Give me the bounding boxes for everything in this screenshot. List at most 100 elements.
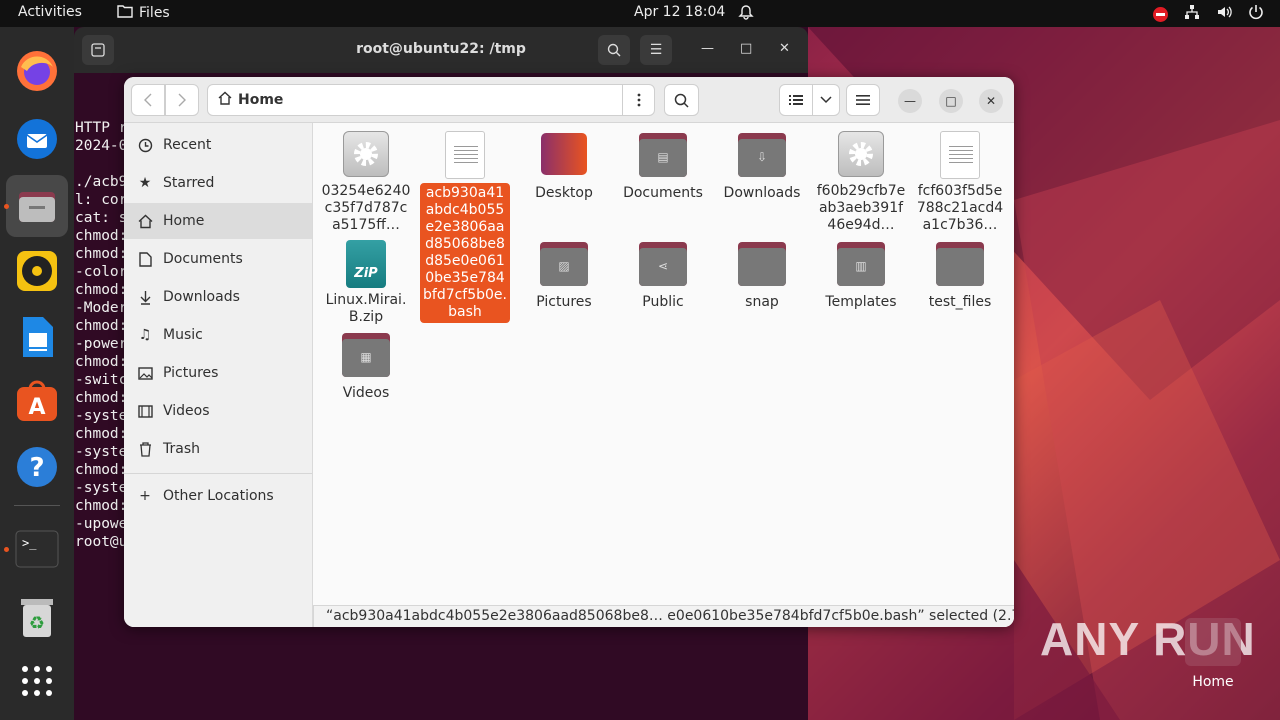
executable-icon xyxy=(837,131,885,179)
sidebar-item-other-locations[interactable]: + Other Locations xyxy=(124,478,312,514)
sidebar-item-recent[interactable]: Recent xyxy=(124,127,312,163)
file-item[interactable]: ZiP Linux.Mirai.B.zip xyxy=(321,240,411,326)
folder-item[interactable]: ▦ Videos xyxy=(321,331,411,402)
clock[interactable]: Apr 12 18:04 xyxy=(634,4,725,20)
search-button[interactable] xyxy=(664,84,699,116)
thunderbird-icon[interactable] xyxy=(13,115,61,163)
music-icon: ♫ xyxy=(138,327,152,343)
sidebar-item-home[interactable]: Home xyxy=(124,203,312,239)
pictures-folder-icon: ▨ xyxy=(540,242,588,290)
volume-icon[interactable] xyxy=(1216,4,1232,24)
folder-icon xyxy=(117,4,133,22)
sidebar-item-label: Pictures xyxy=(163,365,219,381)
power-icon[interactable] xyxy=(1248,4,1264,24)
show-apps-icon[interactable] xyxy=(13,657,61,705)
file-label: acb930a41abdc4b055e2e3806aad85068be8d85e… xyxy=(420,183,510,323)
firefox-icon[interactable] xyxy=(13,47,61,95)
hamburger-menu-icon[interactable] xyxy=(846,84,880,116)
path-menu-icon[interactable] xyxy=(622,85,654,115)
file-item[interactable]: 03254e6240c35f7d787ca5175ff… xyxy=(321,131,411,234)
notification-bell-icon[interactable] xyxy=(738,4,754,24)
system-tray[interactable] xyxy=(1153,4,1264,24)
file-label: Desktop xyxy=(535,185,593,201)
file-label: Templates xyxy=(825,294,897,310)
folder-item[interactable]: test_files xyxy=(915,240,1005,311)
sidebar-item-starred[interactable]: ★ Starred xyxy=(124,165,312,201)
sidebar-item-trash[interactable]: Trash xyxy=(124,431,312,467)
file-item-selected[interactable]: acb930a41abdc4b055e2e3806aad85068be8d85e… xyxy=(420,131,510,323)
trash-dock-icon[interactable]: ♻ xyxy=(13,593,61,641)
activities-button[interactable]: Activities xyxy=(18,4,82,20)
network-icon[interactable] xyxy=(1184,4,1200,24)
file-label: snap xyxy=(745,294,779,310)
sidebar-item-pictures[interactable]: Pictures xyxy=(124,355,312,391)
close-icon[interactable]: ✕ xyxy=(779,41,790,56)
folder-icon xyxy=(936,242,984,290)
templates-folder-icon: ▥ xyxy=(837,242,885,290)
plus-icon: + xyxy=(139,488,151,504)
sidebar-item-downloads[interactable]: Downloads xyxy=(124,279,312,315)
downloads-folder-icon: ⇩ xyxy=(738,133,786,181)
folder-item[interactable]: ▥ Templates xyxy=(816,240,906,311)
sidebar-item-documents[interactable]: Documents xyxy=(124,241,312,277)
back-button[interactable] xyxy=(131,84,165,116)
rhythmbox-icon[interactable] xyxy=(13,247,61,295)
folder-item[interactable]: Desktop xyxy=(519,131,609,202)
file-item[interactable]: fcf603f5d5e788c21acd4a1c7b36… xyxy=(915,131,1005,234)
home-folder-icon xyxy=(1185,618,1241,666)
menu-icon[interactable]: ☰ xyxy=(640,35,672,65)
sidebar-item-videos[interactable]: Videos xyxy=(124,393,312,429)
svg-text:?: ? xyxy=(29,453,44,483)
terminal-dock-icon[interactable]: >_ xyxy=(13,525,61,573)
list-view-icon[interactable] xyxy=(779,84,813,116)
places-sidebar: Recent ★ Starred Home Documents Download… xyxy=(124,123,313,627)
do-not-disturb-icon[interactable] xyxy=(1153,6,1168,22)
dock: A ? >_ ♻ xyxy=(0,27,74,720)
sidebar-item-label: Starred xyxy=(163,175,215,191)
writer-icon[interactable] xyxy=(13,313,61,361)
file-label: 03254e6240c35f7d787ca5175ff… xyxy=(321,183,411,233)
folder-item[interactable]: ⇩ Downloads xyxy=(717,131,807,202)
desktop-folder-icon xyxy=(540,133,588,181)
running-indicator xyxy=(4,547,9,552)
file-label: test_files xyxy=(928,294,992,310)
public-folder-icon: ⋖ xyxy=(639,242,687,290)
files-dock-icon[interactable] xyxy=(6,175,68,237)
forward-button[interactable] xyxy=(165,84,199,116)
sidebar-item-music[interactable]: ♫ Music xyxy=(124,317,312,353)
minimize-icon[interactable]: — xyxy=(898,89,922,113)
help-icon[interactable]: ? xyxy=(13,443,61,491)
sidebar-item-label: Home xyxy=(163,213,205,229)
videos-folder-icon: ▦ xyxy=(342,333,390,381)
file-label: Videos xyxy=(342,385,390,401)
running-indicator xyxy=(4,204,9,209)
sidebar-separator xyxy=(124,473,312,474)
close-icon[interactable]: ✕ xyxy=(979,89,1003,113)
search-icon[interactable] xyxy=(598,35,630,65)
folder-item[interactable]: ▨ Pictures xyxy=(519,240,609,311)
sidebar-item-label: Music xyxy=(163,327,203,343)
app-name: Files xyxy=(139,5,170,21)
sidebar-item-label: Trash xyxy=(163,441,200,457)
minimize-icon[interactable]: — xyxy=(701,41,714,56)
folder-item[interactable]: snap xyxy=(717,240,807,311)
maximize-icon[interactable]: □ xyxy=(939,89,963,113)
file-item[interactable]: f60b29cfb7eab3aeb391f46e94d… xyxy=(816,131,906,234)
svg-text:>_: >_ xyxy=(22,536,37,550)
files-window[interactable]: Home — □ ✕ Recent ★ Starred Home Documen… xyxy=(124,77,1014,627)
sidebar-item-label: Recent xyxy=(163,137,212,153)
file-label: Documents xyxy=(623,185,703,201)
chevron-down-icon[interactable] xyxy=(812,84,840,116)
app-center-icon[interactable]: A xyxy=(13,377,61,425)
folder-item[interactable]: ▤ Documents xyxy=(618,131,708,202)
desktop-home-label: Home xyxy=(1192,674,1234,690)
maximize-icon[interactable]: □ xyxy=(740,41,752,56)
folder-item[interactable]: ⋖ Public xyxy=(618,240,708,311)
path-bar[interactable]: Home xyxy=(207,84,655,116)
desktop-home-icon[interactable]: Home xyxy=(1180,618,1246,690)
app-menu[interactable]: Files xyxy=(117,4,170,22)
trash-icon xyxy=(137,441,153,457)
path-home[interactable]: Home xyxy=(208,91,283,109)
video-icon xyxy=(137,403,153,419)
file-label: Downloads xyxy=(723,185,801,201)
